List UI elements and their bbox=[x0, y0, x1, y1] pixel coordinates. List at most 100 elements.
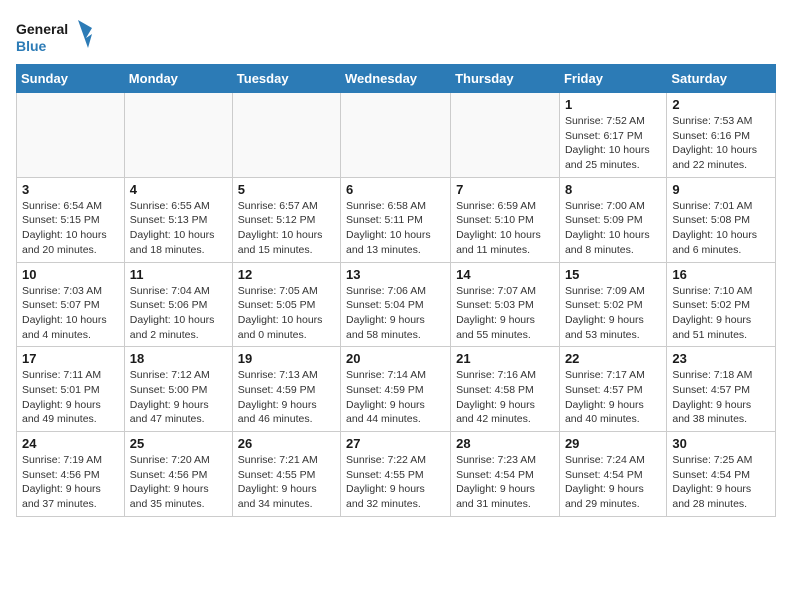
day-number: 10 bbox=[22, 267, 119, 282]
svg-text:Blue: Blue bbox=[16, 38, 47, 54]
day-number: 7 bbox=[456, 182, 554, 197]
calendar-cell bbox=[232, 93, 340, 178]
day-number: 14 bbox=[456, 267, 554, 282]
calendar-cell: 21Sunrise: 7:16 AM Sunset: 4:58 PM Dayli… bbox=[451, 347, 560, 432]
weekday-header-tuesday: Tuesday bbox=[232, 65, 340, 93]
calendar-cell bbox=[451, 93, 560, 178]
calendar-cell: 16 Sunrise: 7:10 AM Sunset: 5:02 PM Dayli… bbox=[667, 262, 776, 347]
calendar-cell: 4 Sunrise: 6:55 AM Sunset: 5:13 PM Daylig… bbox=[124, 177, 232, 262]
calendar-cell: 2 Sunrise: 7:53 AM Sunset: 6:16 PM Daylig… bbox=[667, 93, 776, 178]
calendar-cell: 5 Sunrise: 6:57 AM Sunset: 5:12 PM Daylig… bbox=[232, 177, 340, 262]
calendar-cell: 23 Sunrise: 7:18 AM Sunset: 4:57 PM Dayli… bbox=[667, 347, 776, 432]
day-info: Sunrise: 7:05 AM Sunset: 5:05 PM Dayligh… bbox=[238, 284, 335, 343]
calendar-cell: 13 Sunrise: 7:06 AM Sunset: 5:04 PM Dayli… bbox=[341, 262, 451, 347]
day-info: Sunrise: 6:57 AM Sunset: 5:12 PM Dayligh… bbox=[238, 199, 335, 258]
day-info: Sunrise: 7:10 AM Sunset: 5:02 PM Dayligh… bbox=[672, 284, 770, 343]
day-number: 24 bbox=[22, 436, 119, 451]
day-info: Sunrise: 7:03 AM Sunset: 5:07 PM Dayligh… bbox=[22, 284, 119, 343]
day-info: Sunrise: 6:54 AM Sunset: 5:15 PM Dayligh… bbox=[22, 199, 119, 258]
week-row-4: 17Sunrise: 7:11 AM Sunset: 5:01 PM Dayli… bbox=[17, 347, 776, 432]
weekday-header-saturday: Saturday bbox=[667, 65, 776, 93]
day-number: 18 bbox=[130, 351, 227, 366]
day-info: Sunrise: 7:24 AM Sunset: 4:54 PM Dayligh… bbox=[565, 453, 661, 512]
day-number: 16 bbox=[672, 267, 770, 282]
day-info: Sunrise: 7:53 AM Sunset: 6:16 PM Dayligh… bbox=[672, 114, 770, 173]
day-info: Sunrise: 7:07 AM Sunset: 5:03 PM Dayligh… bbox=[456, 284, 554, 343]
header: GeneralBlue bbox=[16, 16, 776, 56]
day-number: 12 bbox=[238, 267, 335, 282]
day-number: 6 bbox=[346, 182, 445, 197]
svg-text:General: General bbox=[16, 21, 68, 37]
day-info: Sunrise: 6:58 AM Sunset: 5:11 PM Dayligh… bbox=[346, 199, 445, 258]
calendar-cell: 29 Sunrise: 7:24 AM Sunset: 4:54 PM Dayli… bbox=[559, 432, 666, 517]
calendar-cell: 26 Sunrise: 7:21 AM Sunset: 4:55 PM Dayli… bbox=[232, 432, 340, 517]
day-number: 22 bbox=[565, 351, 661, 366]
weekday-header-monday: Monday bbox=[124, 65, 232, 93]
calendar-cell: 20 Sunrise: 7:14 AM Sunset: 4:59 PM Dayli… bbox=[341, 347, 451, 432]
day-info: Sunrise: 7:06 AM Sunset: 5:04 PM Dayligh… bbox=[346, 284, 445, 343]
logo: GeneralBlue bbox=[16, 16, 96, 56]
day-number: 1 bbox=[565, 97, 661, 112]
week-row-2: 3 Sunrise: 6:54 AM Sunset: 5:15 PM Daylig… bbox=[17, 177, 776, 262]
weekday-header-wednesday: Wednesday bbox=[341, 65, 451, 93]
day-number: 20 bbox=[346, 351, 445, 366]
day-number: 2 bbox=[672, 97, 770, 112]
day-info: Sunrise: 7:01 AM Sunset: 5:08 PM Dayligh… bbox=[672, 199, 770, 258]
logo-svg: GeneralBlue bbox=[16, 16, 96, 56]
calendar-cell: 27Sunrise: 7:22 AM Sunset: 4:55 PM Dayli… bbox=[341, 432, 451, 517]
day-info: Sunrise: 7:23 AM Sunset: 4:54 PM Dayligh… bbox=[456, 453, 554, 512]
day-info: Sunrise: 7:52 AM Sunset: 6:17 PM Dayligh… bbox=[565, 114, 661, 173]
day-info: Sunrise: 7:14 AM Sunset: 4:59 PM Dayligh… bbox=[346, 368, 445, 427]
week-row-5: 24Sunrise: 7:19 AM Sunset: 4:56 PM Dayli… bbox=[17, 432, 776, 517]
day-number: 21 bbox=[456, 351, 554, 366]
day-number: 9 bbox=[672, 182, 770, 197]
calendar-cell: 1 Sunrise: 7:52 AM Sunset: 6:17 PM Daylig… bbox=[559, 93, 666, 178]
calendar-cell: 28 Sunrise: 7:23 AM Sunset: 4:54 PM Dayli… bbox=[451, 432, 560, 517]
day-info: Sunrise: 7:21 AM Sunset: 4:55 PM Dayligh… bbox=[238, 453, 335, 512]
day-number: 4 bbox=[130, 182, 227, 197]
calendar-cell: 17Sunrise: 7:11 AM Sunset: 5:01 PM Dayli… bbox=[17, 347, 125, 432]
weekday-header-sunday: Sunday bbox=[17, 65, 125, 93]
day-info: Sunrise: 7:17 AM Sunset: 4:57 PM Dayligh… bbox=[565, 368, 661, 427]
day-number: 30 bbox=[672, 436, 770, 451]
calendar-cell: 12 Sunrise: 7:05 AM Sunset: 5:05 PM Dayli… bbox=[232, 262, 340, 347]
day-info: Sunrise: 7:20 AM Sunset: 4:56 PM Dayligh… bbox=[130, 453, 227, 512]
calendar-cell: 18 Sunrise: 7:12 AM Sunset: 5:00 PM Dayli… bbox=[124, 347, 232, 432]
day-number: 5 bbox=[238, 182, 335, 197]
day-number: 3 bbox=[22, 182, 119, 197]
calendar-cell: 19Sunrise: 7:13 AM Sunset: 4:59 PM Dayli… bbox=[232, 347, 340, 432]
day-number: 26 bbox=[238, 436, 335, 451]
day-info: Sunrise: 7:18 AM Sunset: 4:57 PM Dayligh… bbox=[672, 368, 770, 427]
day-number: 25 bbox=[130, 436, 227, 451]
calendar-cell: 8Sunrise: 7:00 AM Sunset: 5:09 PM Daylig… bbox=[559, 177, 666, 262]
calendar-cell bbox=[17, 93, 125, 178]
calendar-cell bbox=[341, 93, 451, 178]
calendar-cell: 10 Sunrise: 7:03 AM Sunset: 5:07 PM Dayli… bbox=[17, 262, 125, 347]
day-number: 8 bbox=[565, 182, 661, 197]
weekday-header-thursday: Thursday bbox=[451, 65, 560, 93]
day-number: 28 bbox=[456, 436, 554, 451]
calendar-cell: 14 Sunrise: 7:07 AM Sunset: 5:03 PM Dayli… bbox=[451, 262, 560, 347]
week-row-3: 10 Sunrise: 7:03 AM Sunset: 5:07 PM Dayli… bbox=[17, 262, 776, 347]
calendar-cell: 9 Sunrise: 7:01 AM Sunset: 5:08 PM Daylig… bbox=[667, 177, 776, 262]
calendar-cell: 24Sunrise: 7:19 AM Sunset: 4:56 PM Dayli… bbox=[17, 432, 125, 517]
day-number: 23 bbox=[672, 351, 770, 366]
day-number: 19 bbox=[238, 351, 335, 366]
day-info: Sunrise: 7:25 AM Sunset: 4:54 PM Dayligh… bbox=[672, 453, 770, 512]
calendar: SundayMondayTuesdayWednesdayThursdayFrid… bbox=[16, 64, 776, 517]
day-info: Sunrise: 7:12 AM Sunset: 5:00 PM Dayligh… bbox=[130, 368, 227, 427]
day-number: 15 bbox=[565, 267, 661, 282]
day-info: Sunrise: 7:04 AM Sunset: 5:06 PM Dayligh… bbox=[130, 284, 227, 343]
calendar-cell: 30 Sunrise: 7:25 AM Sunset: 4:54 PM Dayli… bbox=[667, 432, 776, 517]
day-info: Sunrise: 6:55 AM Sunset: 5:13 PM Dayligh… bbox=[130, 199, 227, 258]
day-number: 13 bbox=[346, 267, 445, 282]
calendar-cell: 6 Sunrise: 6:58 AM Sunset: 5:11 PM Daylig… bbox=[341, 177, 451, 262]
calendar-cell: 3 Sunrise: 6:54 AM Sunset: 5:15 PM Daylig… bbox=[17, 177, 125, 262]
calendar-cell: 11Sunrise: 7:04 AM Sunset: 5:06 PM Dayli… bbox=[124, 262, 232, 347]
day-number: 27 bbox=[346, 436, 445, 451]
calendar-cell: 15Sunrise: 7:09 AM Sunset: 5:02 PM Dayli… bbox=[559, 262, 666, 347]
day-info: Sunrise: 7:11 AM Sunset: 5:01 PM Dayligh… bbox=[22, 368, 119, 427]
calendar-cell: 25 Sunrise: 7:20 AM Sunset: 4:56 PM Dayli… bbox=[124, 432, 232, 517]
week-row-1: 1 Sunrise: 7:52 AM Sunset: 6:17 PM Daylig… bbox=[17, 93, 776, 178]
day-number: 29 bbox=[565, 436, 661, 451]
